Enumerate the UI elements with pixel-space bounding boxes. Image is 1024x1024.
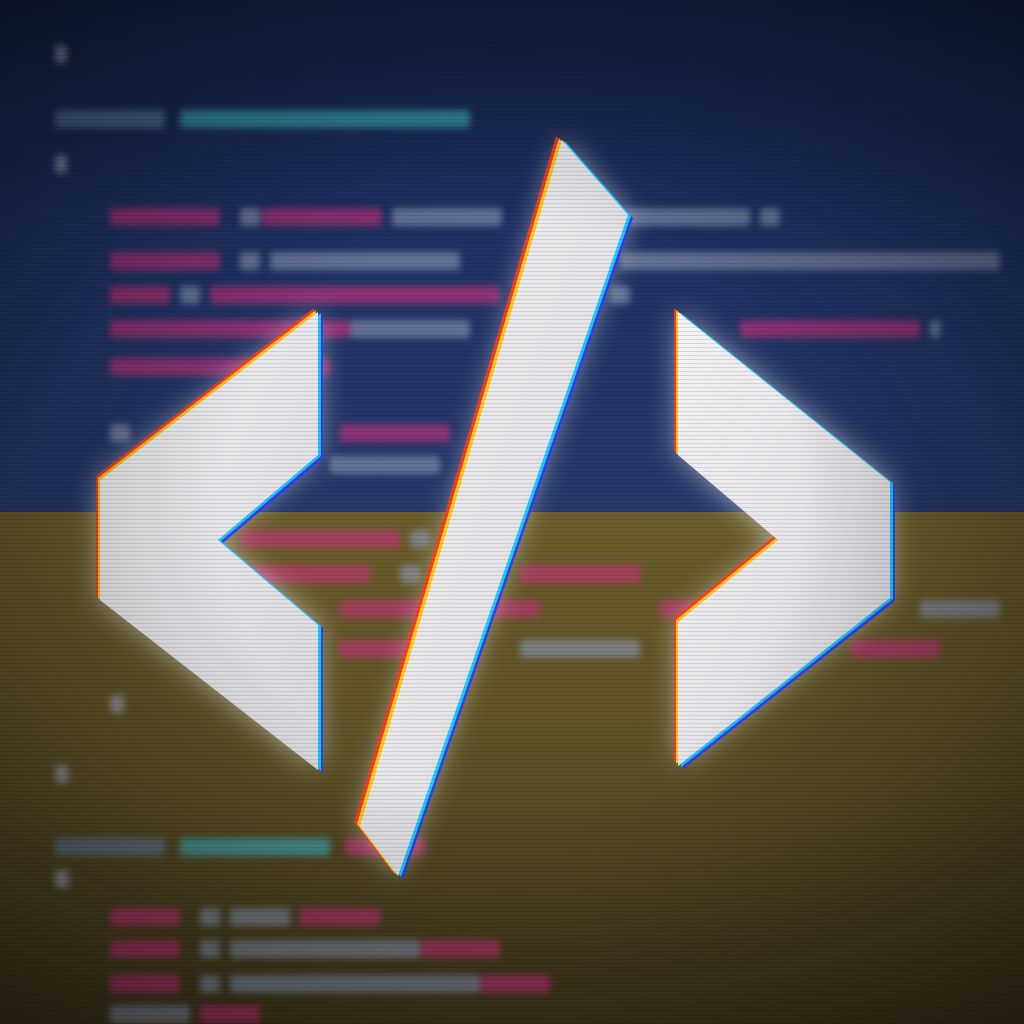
wallpaper [0,0,1024,1024]
right-angle-bracket-icon [674,308,895,769]
slash-icon [354,136,633,879]
code-icon [96,136,895,879]
left-angle-bracket-icon [96,308,323,773]
